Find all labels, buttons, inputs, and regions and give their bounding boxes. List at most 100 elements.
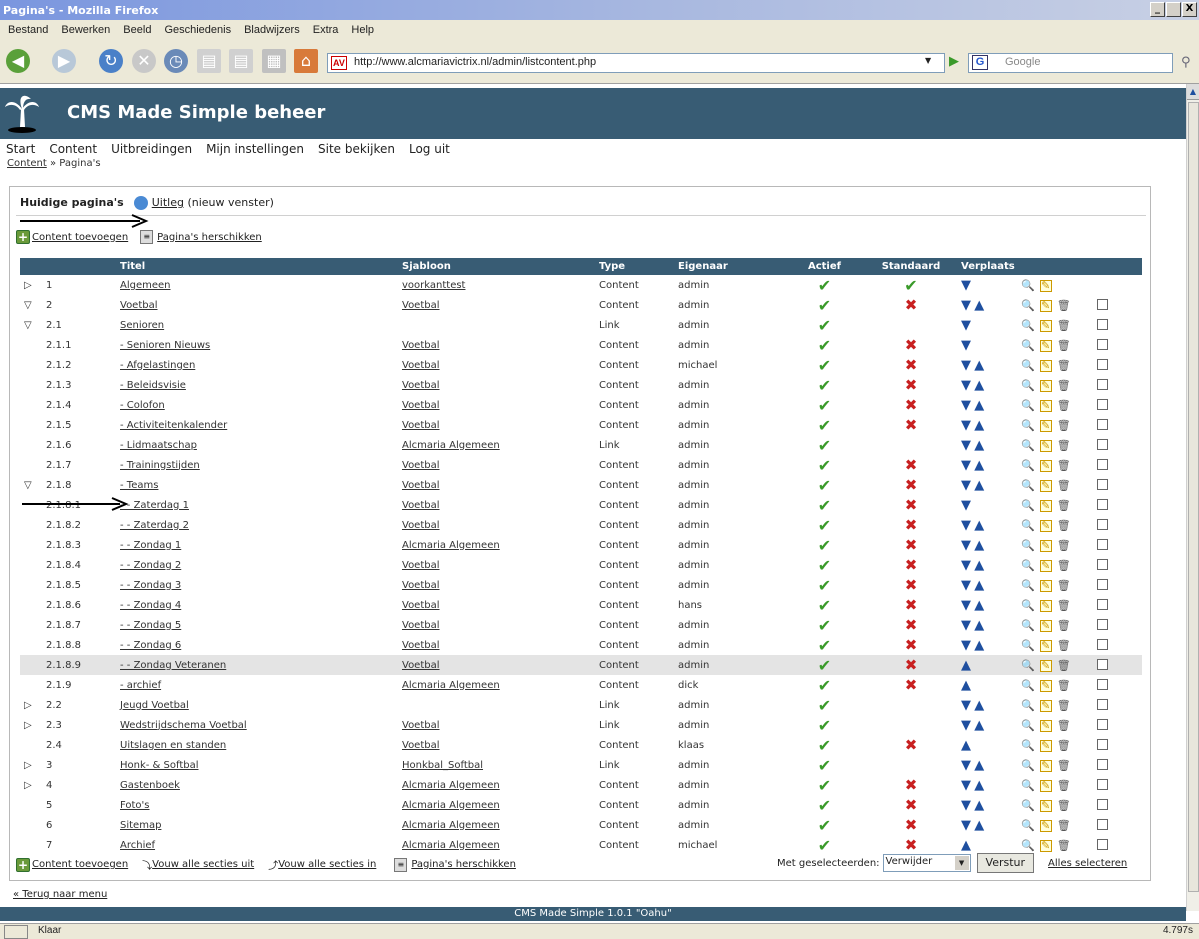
delete-icon[interactable]: 🗑 bbox=[1057, 399, 1071, 412]
select-all-link[interactable]: Alles selecteren bbox=[1048, 858, 1127, 869]
menu-bestand[interactable]: Bestand bbox=[8, 24, 48, 36]
default-toggle-icon[interactable]: ✖ bbox=[905, 616, 918, 634]
view-icon[interactable]: 🔍 bbox=[1021, 439, 1035, 452]
delete-icon[interactable]: 🗑 bbox=[1057, 479, 1071, 492]
template-link[interactable]: Alcmaria Algemeen bbox=[398, 675, 595, 695]
default-toggle-icon[interactable]: ✖ bbox=[905, 576, 918, 594]
expand-toggle-icon[interactable] bbox=[20, 575, 42, 595]
move-up-icon[interactable]: ▲ bbox=[974, 618, 984, 633]
page-title-link[interactable]: - - Zondag 3 bbox=[116, 575, 398, 595]
page-title-link[interactable]: - - Zondag 4 bbox=[116, 595, 398, 615]
page-title-link[interactable]: - - Zaterdag 1 bbox=[116, 495, 398, 515]
view-icon[interactable]: 🔍 bbox=[1021, 639, 1035, 652]
move-down-icon[interactable]: ▼ bbox=[961, 298, 971, 313]
row-select-checkbox[interactable] bbox=[1097, 359, 1108, 371]
page-title-link[interactable]: - - Zondag 6 bbox=[116, 635, 398, 655]
active-check-icon[interactable]: ✔ bbox=[818, 456, 831, 475]
move-down-icon[interactable]: ▼ bbox=[961, 358, 971, 373]
template-link[interactable]: Alcmaria Algemeen bbox=[398, 835, 595, 855]
template-link[interactable]: Voetbal bbox=[398, 475, 595, 495]
delete-icon[interactable]: 🗑 bbox=[1057, 839, 1071, 852]
default-toggle-icon[interactable]: ✖ bbox=[905, 416, 918, 434]
expand-toggle-icon[interactable]: ▷ bbox=[20, 755, 42, 775]
expand-toggle-icon[interactable]: ▷ bbox=[20, 715, 42, 735]
edit-icon[interactable]: ✎ bbox=[1039, 399, 1052, 412]
default-toggle-icon[interactable]: ✖ bbox=[905, 516, 918, 534]
view-icon[interactable]: 🔍 bbox=[1021, 399, 1035, 412]
move-down-icon[interactable]: ▼ bbox=[961, 378, 971, 393]
active-check-icon[interactable]: ✔ bbox=[818, 636, 831, 655]
menu-site-bekijken[interactable]: Site bekijken bbox=[318, 142, 395, 156]
active-check-icon[interactable]: ✔ bbox=[818, 376, 831, 395]
edit-icon[interactable]: ✎ bbox=[1039, 419, 1052, 432]
default-toggle-icon[interactable]: ✖ bbox=[905, 376, 918, 394]
edit-icon[interactable]: ✎ bbox=[1039, 739, 1052, 752]
edit-icon[interactable]: ✎ bbox=[1039, 659, 1052, 672]
menu-extra[interactable]: Extra bbox=[313, 24, 339, 36]
row-select-checkbox[interactable] bbox=[1097, 399, 1108, 411]
expand-icon[interactable]: ⤵ bbox=[142, 857, 152, 872]
template-link[interactable]: Voetbal bbox=[398, 735, 595, 755]
view-icon[interactable]: 🔍 bbox=[1021, 699, 1035, 712]
view-icon[interactable]: 🔍 bbox=[1021, 299, 1035, 312]
delete-icon[interactable]: 🗑 bbox=[1057, 419, 1071, 432]
default-toggle-icon[interactable]: ✖ bbox=[905, 296, 918, 314]
view-icon[interactable]: 🔍 bbox=[1021, 499, 1035, 512]
edit-icon[interactable]: ✎ bbox=[1039, 499, 1052, 512]
move-down-icon[interactable]: ▼ bbox=[961, 598, 971, 613]
url-bar[interactable]: AV http://www.alcmariavictrix.nl/admin/l… bbox=[327, 53, 945, 73]
move-down-icon[interactable]: ▼ bbox=[961, 478, 971, 493]
expand-toggle-icon[interactable]: ▷ bbox=[20, 275, 42, 295]
edit-icon[interactable]: ✎ bbox=[1039, 779, 1052, 792]
back-to-menu-link[interactable]: « Terug naar menu bbox=[13, 889, 107, 900]
submit-button[interactable]: Verstur bbox=[976, 853, 1035, 873]
move-up-icon[interactable]: ▲ bbox=[974, 458, 984, 473]
maximize-button[interactable] bbox=[1166, 2, 1181, 17]
template-link[interactable] bbox=[398, 695, 595, 715]
delete-icon[interactable]: 🗑 bbox=[1057, 379, 1071, 392]
edit-icon[interactable]: ✎ bbox=[1039, 339, 1052, 352]
move-down-icon[interactable]: ▼ bbox=[961, 518, 971, 533]
page-title-link[interactable]: - Activiteitenkalender bbox=[116, 415, 398, 435]
edit-icon[interactable]: ✎ bbox=[1039, 379, 1052, 392]
template-link[interactable]: Voetbal bbox=[398, 295, 595, 315]
template-link[interactable] bbox=[398, 315, 595, 335]
view-icon[interactable]: 🔍 bbox=[1021, 739, 1035, 752]
menu-uitbreidingen[interactable]: Uitbreidingen bbox=[111, 142, 192, 156]
delete-icon[interactable]: 🗑 bbox=[1057, 799, 1071, 812]
template-link[interactable]: Voetbal bbox=[398, 715, 595, 735]
default-toggle-icon[interactable]: ✖ bbox=[905, 656, 918, 674]
page-title-link[interactable]: - Beleidsvisie bbox=[116, 375, 398, 395]
print-icon[interactable]: ▦ bbox=[262, 49, 286, 73]
active-check-icon[interactable]: ✔ bbox=[818, 516, 831, 535]
delete-icon[interactable]: 🗑 bbox=[1057, 339, 1071, 352]
expand-toggle-icon[interactable] bbox=[20, 735, 42, 755]
expand-toggle-icon[interactable] bbox=[20, 355, 42, 375]
page-title-link[interactable]: - - Zondag 2 bbox=[116, 555, 398, 575]
row-select-checkbox[interactable] bbox=[1097, 619, 1108, 631]
copy-icon[interactable]: ▤ bbox=[197, 49, 221, 73]
scroll-up-icon[interactable]: ▲ bbox=[1187, 84, 1199, 100]
menu-beeld[interactable]: Beeld bbox=[123, 24, 151, 36]
move-down-icon[interactable]: ▼ bbox=[961, 498, 971, 513]
expand-toggle-icon[interactable]: ▽ bbox=[20, 475, 42, 495]
active-check-icon[interactable]: ✔ bbox=[818, 716, 831, 735]
add-content-icon[interactable]: + bbox=[16, 230, 30, 244]
delete-icon[interactable]: 🗑 bbox=[1057, 579, 1071, 592]
active-check-icon[interactable]: ✔ bbox=[818, 816, 831, 835]
move-up-icon[interactable]: ▲ bbox=[961, 738, 971, 753]
edit-icon[interactable]: ✎ bbox=[1039, 459, 1052, 472]
move-down-icon[interactable]: ▼ bbox=[961, 338, 971, 353]
page-title-link[interactable]: Senioren bbox=[116, 315, 398, 335]
delete-icon[interactable]: 🗑 bbox=[1057, 299, 1071, 312]
page-title-link[interactable]: Algemeen bbox=[116, 275, 398, 295]
delete-icon[interactable]: 🗑 bbox=[1057, 439, 1071, 452]
view-icon[interactable]: 🔍 bbox=[1021, 359, 1035, 372]
template-link[interactable]: Alcmaria Algemeen bbox=[398, 795, 595, 815]
move-down-icon[interactable]: ▼ bbox=[961, 778, 971, 793]
move-up-icon[interactable]: ▲ bbox=[974, 398, 984, 413]
edit-icon[interactable]: ✎ bbox=[1039, 759, 1052, 772]
menu-bladwijzers[interactable]: Bladwijzers bbox=[244, 24, 300, 36]
delete-icon[interactable]: 🗑 bbox=[1057, 499, 1071, 512]
view-icon[interactable]: 🔍 bbox=[1021, 819, 1035, 832]
